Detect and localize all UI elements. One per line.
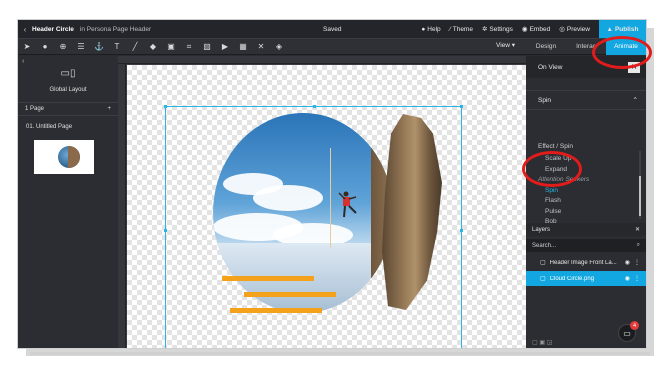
resize-handle[interactable] [164, 229, 167, 232]
layer-row-selected[interactable]: ▢ Cloud Circle.png ◉ ⋮ [526, 271, 646, 286]
thumbnail-rock [68, 146, 80, 168]
chat-button[interactable]: ▭ 4 [618, 321, 639, 342]
notification-badge: 4 [630, 321, 639, 330]
resize-handle[interactable] [164, 105, 167, 108]
pages-header: 1 Page + [18, 102, 118, 116]
annotation-ellipse [522, 151, 582, 187]
gear-icon: ✲ [481, 26, 488, 33]
publish-label: Publish [614, 25, 639, 33]
top-bar: ‹ Header Circle in Persona Page Header S… [18, 20, 646, 38]
zoom-icon[interactable]: ⊕ [54, 39, 72, 54]
page-name[interactable]: 01. Untitled Page [26, 124, 72, 130]
effect-scrollbar-thumb[interactable] [639, 176, 641, 216]
resize-handle[interactable] [460, 105, 463, 108]
chevron-up-icon[interactable]: ⌃ [633, 96, 638, 104]
layers-title: Layers [532, 226, 551, 233]
spin-section-label: Spin [538, 96, 552, 104]
right-panel: On View ✕ Spin ⌃ Effect / Spin Scale Up … [526, 56, 646, 348]
view-dropdown[interactable]: View ▾ [496, 41, 515, 49]
help-label: Help [427, 25, 441, 33]
search-placeholder: Search... [532, 242, 557, 249]
selection-box [164, 105, 463, 348]
effect-breadcrumb: Effect / Spin [538, 143, 573, 150]
video-icon[interactable]: ▶ [216, 39, 234, 54]
effect-item[interactable]: Pulse [538, 207, 634, 218]
line-icon[interactable]: ╱ [126, 39, 144, 54]
layer-row[interactable]: ▢ Header Image Front La... ◉ ⋮ [526, 255, 646, 270]
annotation-ellipse [592, 36, 652, 69]
search-icon: ⌕ [636, 242, 640, 248]
embed-label: Embed [529, 25, 551, 33]
global-layout-label[interactable]: Global Layout [18, 87, 118, 93]
close-icon[interactable]: ✕ [635, 226, 640, 233]
image-layer-icon: ▢ [540, 276, 546, 282]
embed-button[interactable]: ◉ Embed [521, 25, 551, 34]
more-icon[interactable]: ⋮ [634, 275, 640, 282]
help-button[interactable]: ● Help [421, 26, 440, 33]
on-view-label: On View [538, 63, 563, 71]
layer-name: Cloud Circle.png [549, 275, 595, 282]
chat-icon: ▭ [623, 328, 631, 338]
preview-label: Preview [566, 25, 590, 33]
page-title: Header Circle [32, 25, 74, 33]
text-icon[interactable]: T [108, 39, 126, 54]
tab-design[interactable]: Design [526, 38, 566, 55]
theme-label: Theme [452, 25, 473, 33]
box-icon[interactable]: ▣ [162, 39, 180, 54]
resize-handle[interactable] [460, 229, 463, 232]
resize-handle[interactable] [313, 105, 316, 108]
layers-header: Layers ✕ [526, 223, 646, 236]
align-icon[interactable]: ☰ [72, 39, 90, 54]
blob-icon[interactable]: ● [36, 39, 54, 54]
vertical-ruler [118, 64, 126, 348]
theme-button[interactable]: ⁄ Theme [450, 26, 473, 33]
help-icon: ● [421, 25, 426, 33]
layers-search-input[interactable]: Search... ⌕ [526, 239, 646, 252]
shape-icon[interactable]: ◆ [144, 39, 162, 54]
widget-icon[interactable]: ▦ [234, 39, 252, 54]
image-layer-icon: ▢ [540, 260, 546, 266]
chevron-left-icon[interactable]: ‹ [18, 25, 32, 34]
collapse-left-icon[interactable]: ‹ [22, 58, 24, 65]
cursor-icon[interactable]: ➤ [18, 39, 36, 54]
top-actions: ● Help ⁄ Theme ✲ Settings ◉ Embed ◎ Preview ▲… [421, 20, 646, 38]
settings-button[interactable]: ✲ Settings [481, 25, 513, 34]
expand-icon[interactable]: ✕ [252, 39, 270, 54]
spin-section-header[interactable]: Spin ⌃ [526, 90, 646, 110]
preview-button[interactable]: ◎ Preview [559, 25, 590, 34]
effect-item-selected[interactable]: Spin [538, 186, 634, 197]
eye-icon: ◎ [559, 26, 565, 33]
page-subtitle: in Persona Page Header [79, 25, 152, 33]
frame-shadow [30, 352, 650, 355]
layer-actions[interactable]: ▢ ▣ ◲ [532, 339, 552, 346]
image-icon[interactable]: ▨ [198, 39, 216, 54]
pages-count: 1 Page [25, 106, 45, 112]
page-thumbnail[interactable] [34, 140, 94, 174]
embed-icon: ◉ [521, 26, 528, 33]
eye-icon[interactable]: ◉ [625, 259, 630, 266]
horizontal-ruler [118, 56, 526, 64]
save-status: Saved [323, 25, 342, 33]
layers-stack-icon[interactable]: ◈ [270, 39, 288, 54]
devices-icon[interactable]: ▭▯ [53, 68, 83, 82]
settings-label: Settings [489, 25, 513, 33]
eye-icon[interactable]: ◉ [625, 275, 630, 282]
rocket-icon: ▲ [606, 25, 613, 33]
left-panel: ‹ ▭▯ Global Layout 1 Page + 01. Untitled… [18, 56, 118, 348]
more-icon[interactable]: ⋮ [634, 259, 640, 266]
brush-icon: ⁄ [449, 25, 451, 33]
design-canvas[interactable] [118, 56, 526, 348]
layer-name: Header Image Front La... [549, 259, 617, 266]
effect-item[interactable]: Flash [538, 196, 634, 207]
add-page-button[interactable]: + [107, 106, 111, 112]
anchor-icon[interactable]: ⚓ [90, 39, 108, 54]
crop-icon[interactable]: ⌗ [180, 39, 198, 54]
